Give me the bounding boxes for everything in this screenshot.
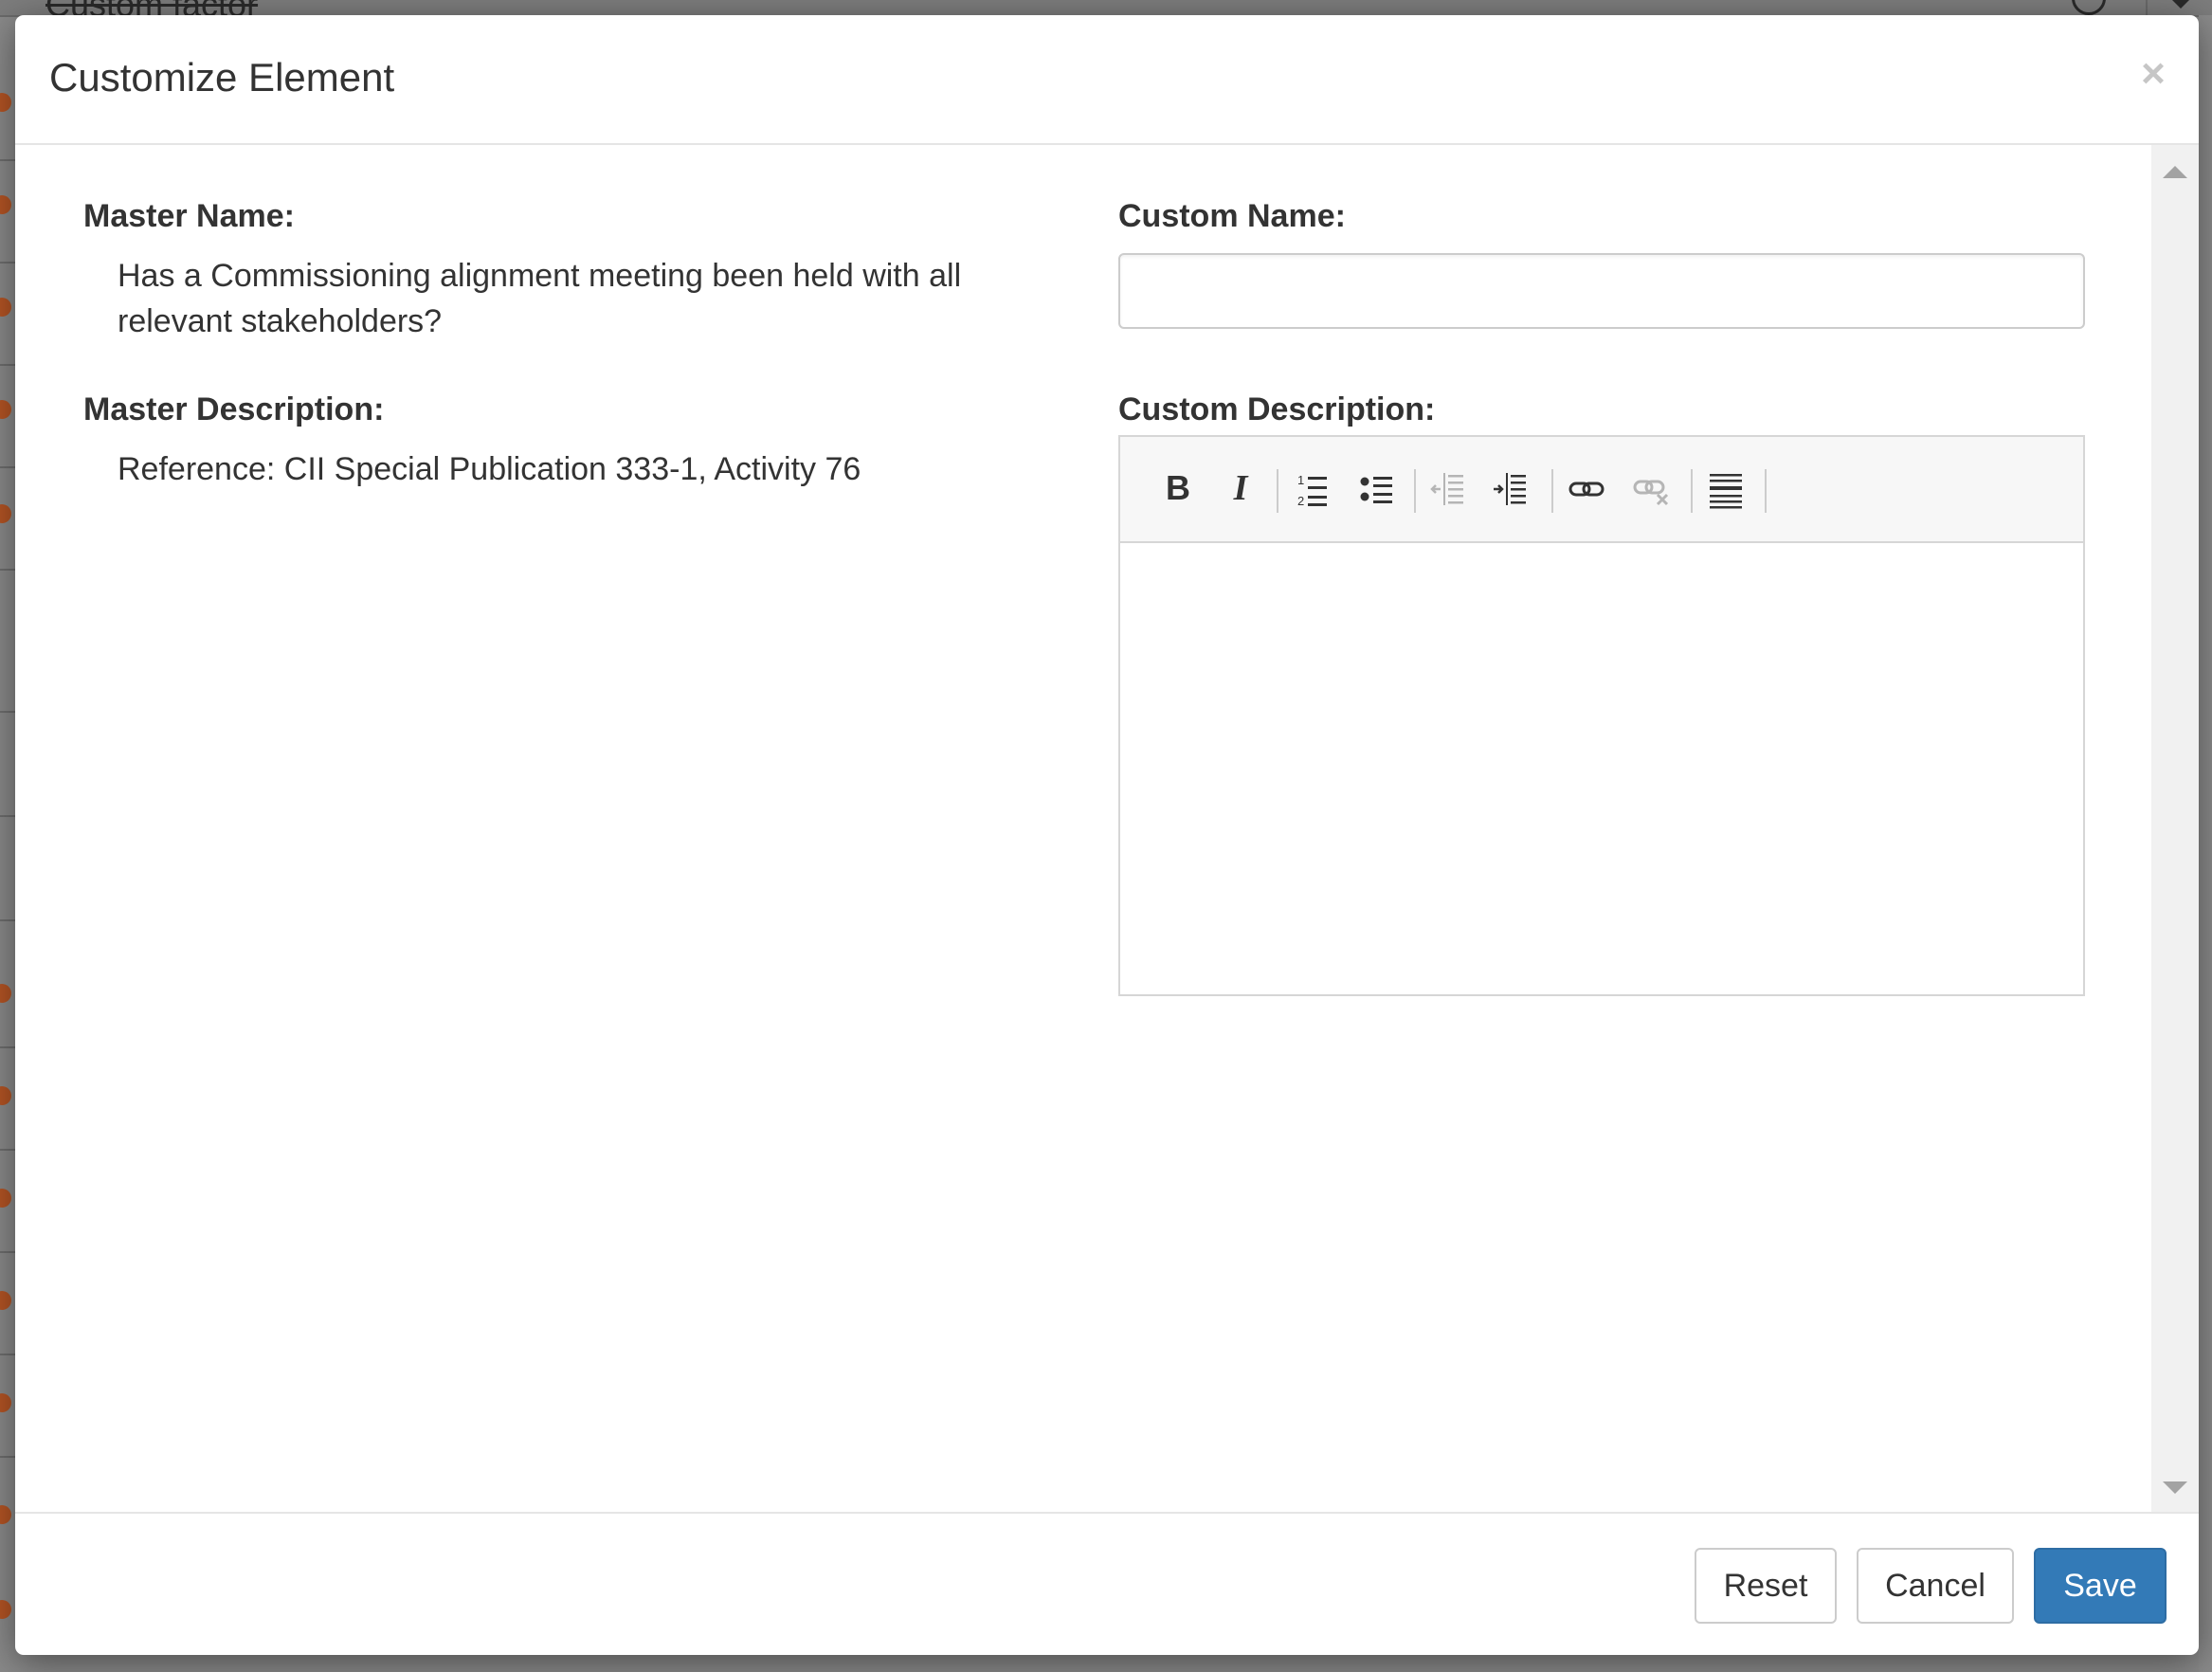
scroll-down-arrow-icon[interactable]: [2163, 1481, 2187, 1494]
background-ring-icon: [2072, 0, 2106, 15]
reset-button[interactable]: Reset: [1695, 1548, 1837, 1624]
custom-name-label: Custom Name:: [1118, 198, 1346, 234]
bold-icon[interactable]: B: [1154, 465, 1202, 513]
background-status-dot: [0, 400, 11, 419]
indent-icon[interactable]: [1488, 465, 1535, 513]
editor-toolbar: B I 1 2: [1120, 437, 2083, 543]
background-status-dot: [0, 1086, 11, 1105]
master-description-value: Reference: CII Special Publication 333-1…: [118, 451, 861, 487]
background-row-divider: [0, 569, 15, 571]
save-button[interactable]: Save: [2034, 1548, 2167, 1624]
dialog-title: Customize Element: [49, 55, 395, 100]
background-status-dot: [0, 1189, 11, 1208]
background-status-dot: [0, 195, 11, 214]
toolbar-separator: [1277, 469, 1278, 513]
horizontal-rule-icon[interactable]: [1702, 465, 1750, 513]
background-row-divider: [0, 262, 15, 264]
background-row-divider: [0, 1456, 15, 1458]
toolbar-separator: [1414, 469, 1416, 513]
ordered-list-icon[interactable]: 1 2: [1289, 465, 1336, 513]
svg-text:I: I: [1233, 468, 1249, 508]
background-status-dot: [0, 93, 11, 112]
svg-text:B: B: [1166, 468, 1190, 507]
toolbar-separator: [1691, 469, 1693, 513]
custom-description-textarea[interactable]: [1120, 543, 2083, 994]
background-status-dot: [0, 298, 11, 317]
master-description-label: Master Description:: [83, 391, 385, 427]
unordered-list-icon[interactable]: [1353, 465, 1401, 513]
background-row-divider: [0, 466, 15, 468]
cancel-button[interactable]: Cancel: [1857, 1548, 2014, 1624]
background-row-divider: [0, 1046, 15, 1048]
close-icon[interactable]: ×: [2132, 53, 2174, 95]
master-name-label: Master Name:: [83, 198, 295, 234]
background-row-divider: [0, 1149, 15, 1151]
background-right-edge: [2199, 15, 2212, 1672]
unlink-icon[interactable]: [1627, 465, 1675, 513]
background-status-dot: [0, 984, 11, 1003]
background-row-divider: [0, 1251, 15, 1253]
background-row-divider: [0, 1354, 15, 1355]
customize-element-dialog: Customize Element × Master Name: Has a C…: [15, 15, 2199, 1655]
background-divider: [2146, 0, 2148, 15]
svg-text:2: 2: [1297, 494, 1304, 508]
toolbar-separator: [1551, 469, 1553, 513]
dialog-scrollbar[interactable]: [2151, 145, 2199, 1512]
dialog-footer: Reset Cancel Save: [15, 1512, 2199, 1655]
scroll-up-arrow-icon[interactable]: [2163, 166, 2187, 178]
background-status-dot: [0, 504, 11, 523]
svg-text:1: 1: [1297, 473, 1304, 487]
background-row-divider: [0, 159, 15, 161]
custom-description-label: Custom Description:: [1118, 391, 1436, 427]
background-status-dot: [0, 1505, 11, 1524]
background-status-dot: [0, 1600, 11, 1619]
toolbar-separator: [1765, 469, 1767, 513]
custom-name-input[interactable]: [1118, 253, 2085, 329]
background-status-dot: [0, 1393, 11, 1412]
background-row-divider: [0, 815, 15, 817]
background-row-divider: [0, 711, 15, 713]
background-row-divider: [0, 364, 15, 366]
dialog-body[interactable]: Master Name: Has a Commissioning alignme…: [15, 145, 2199, 1512]
italic-icon[interactable]: I: [1217, 465, 1264, 513]
outdent-icon[interactable]: [1425, 465, 1473, 513]
master-name-value: Has a Commissioning alignment meeting be…: [118, 258, 962, 339]
link-icon[interactable]: [1563, 465, 1610, 513]
background-status-dot: [0, 1291, 11, 1310]
dialog-header: Customize Element ×: [15, 15, 2199, 145]
background-caret-icon: [2172, 0, 2189, 9]
custom-description-editor: B I 1 2: [1118, 435, 2085, 996]
background-row-divider: [0, 919, 15, 921]
